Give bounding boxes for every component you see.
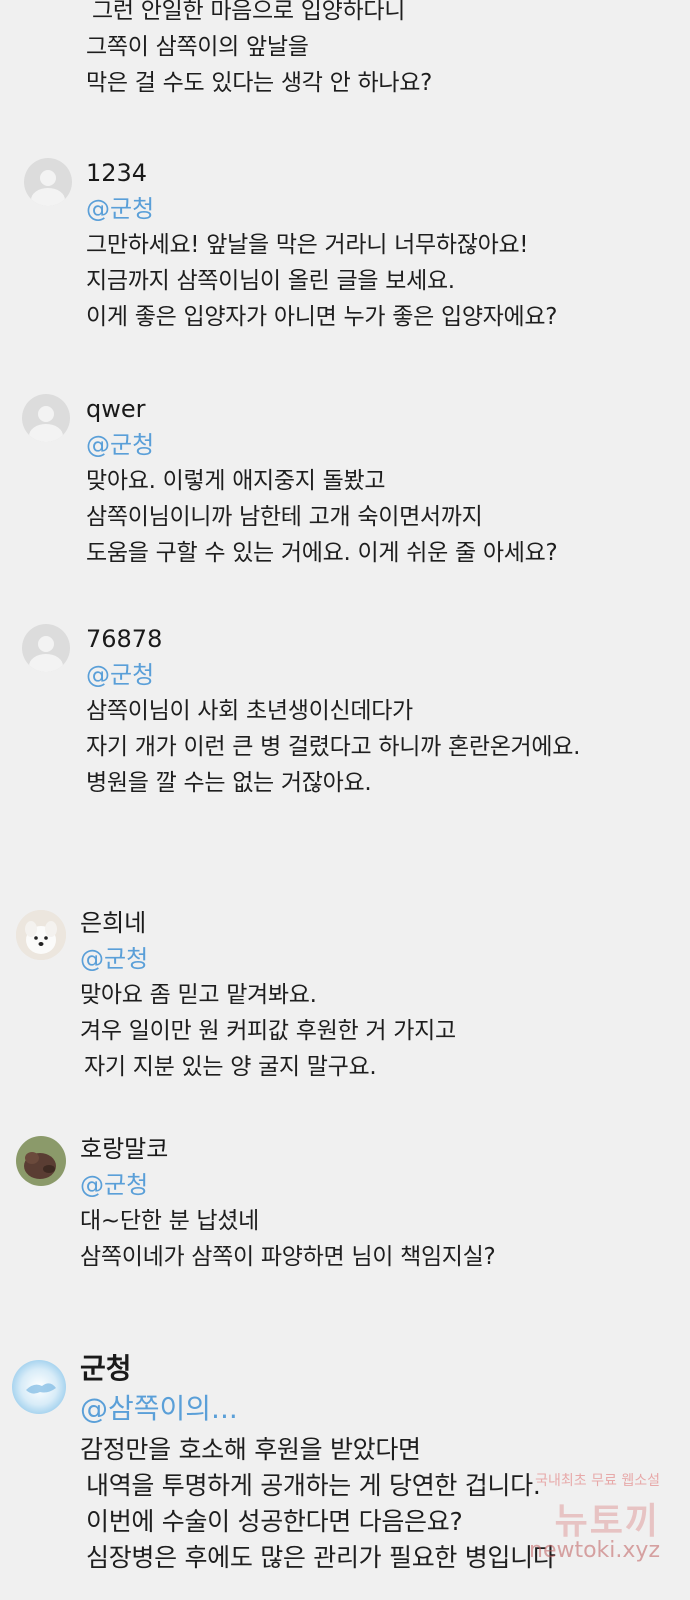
comment-line: 그만하세요! 앞날을 막은 거라니 너무하잖아요! <box>86 232 529 258</box>
watermark-url: newtoki.xyz <box>529 1538 660 1563</box>
comment-item: 호랑말코 @군청 대~단한 분 납셨네 삼쪽이네가 삼쪽이 파양하면 님이 책임… <box>0 1134 690 1286</box>
comment-body: 그만하세요! 앞날을 막은 거라니 너무하잖아요! 지금까지 삼쪽이님이 올린 … <box>86 230 557 332</box>
comment-line: 대~단한 분 납셨네 <box>80 1208 260 1234</box>
comment-line: 삼쪽이님이 사회 초년생이신데다가 <box>86 698 413 724</box>
comment-username[interactable]: 은희네 <box>80 908 146 938</box>
avatar[interactable] <box>24 158 72 206</box>
comment-username[interactable]: 군청 <box>80 1354 132 1384</box>
comment-line: 막은 걸 수도 있다는 생각 안 하나요? <box>86 70 433 96</box>
comment-body: 맞아요. 이렇게 애지중지 돌봤고 삼쪽이님이니까 남한테 고개 숙이면서까지 … <box>86 466 558 568</box>
comment-line: 도움을 구할 수 있는 거에요. 이게 쉬운 줄 아세요? <box>86 540 558 566</box>
comment-body: 삼쪽이님이 사회 초년생이신데다가 자기 개가 이런 큰 병 걸렸다고 하니까 … <box>86 696 580 798</box>
comment-mention[interactable]: @군청 <box>86 660 154 690</box>
watermark-logo: 뉴토끼 <box>554 1501 660 1542</box>
comment-mention[interactable]: @삼쪽이의... <box>80 1394 238 1424</box>
comment-item: 76878 @군청 삼쪽이님이 사회 초년생이신데다가 자기 개가 이런 큰 병… <box>0 624 690 824</box>
comment-line: 감정만을 호소해 후원을 받았다면 <box>80 1435 421 1464</box>
comment-line: 맞아요 좀 믿고 맡겨봐요. <box>80 982 317 1008</box>
comment-line: 자기 지분 있는 양 굴지 말구요. <box>84 1054 377 1080</box>
comment-line: 그쪽이 삼쪽이의 앞날을 <box>86 34 309 60</box>
site-watermark: 국내최초 무료 웹소설 뉴토끼 newtoki.xyz <box>480 1470 660 1570</box>
comment-line: 이게 좋은 입양자가 아니면 누가 좋은 입양자에요? <box>86 304 558 330</box>
comment-line: 맞아요. 이렇게 애지중지 돌봤고 <box>86 468 386 494</box>
comment-body: 대~단한 분 납셨네 삼쪽이네가 삼쪽이 파양하면 님이 책임지실? <box>80 1206 496 1272</box>
comment-mention[interactable]: @군청 <box>80 1170 148 1200</box>
comment-line: 지금까지 삼쪽이님이 올린 글을 보세요. <box>86 268 455 294</box>
comment-mention[interactable]: @군청 <box>86 194 154 224</box>
comment-item: 은희네 @군청 맞아요 좀 믿고 맡겨봐요. 겨우 일이만 원 커피값 후원한 … <box>0 908 690 1090</box>
avatar[interactable] <box>22 394 70 442</box>
comment-body: 맞아요 좀 믿고 맡겨봐요. 겨우 일이만 원 커피값 후원한 거 가지고 자기… <box>80 980 456 1082</box>
avatar[interactable] <box>16 910 66 960</box>
comment-mention[interactable]: @군청 <box>80 944 148 974</box>
comment-line: 삼쪽이님이니까 남한테 고개 숙이면서까지 <box>86 504 483 530</box>
comment-username[interactable]: 76878 <box>86 624 162 654</box>
watermark-tagline: 국내최초 무료 웹소설 <box>535 1473 660 1489</box>
comment-line: 자기 개가 이런 큰 병 걸렸다고 하니까 혼란온거에요. <box>86 734 581 760</box>
comment-username[interactable]: 1234 <box>86 158 147 188</box>
comment-username[interactable]: qwer <box>86 394 146 424</box>
comment-username[interactable]: 호랑말코 <box>80 1134 168 1164</box>
comment-mention[interactable]: @군청 <box>86 430 154 460</box>
comment-item: 1234 @군청 그만하세요! 앞날을 막은 거라니 너무하잖아요! 지금까지 … <box>0 158 690 358</box>
comment-line: 겨우 일이만 원 커피값 후원한 거 가지고 <box>80 1018 456 1044</box>
comment-line: 삼쪽이네가 삼쪽이 파양하면 님이 책임지실? <box>80 1244 496 1270</box>
avatar[interactable] <box>12 1360 66 1414</box>
avatar[interactable] <box>16 1136 66 1186</box>
comment-item: qwer @군청 맞아요. 이렇게 애지중지 돌봤고 삼쪽이님이니까 남한테 고… <box>0 394 690 594</box>
comment-line: 그런 안일한 마음으로 입양하다니 <box>92 0 406 24</box>
avatar[interactable] <box>22 624 70 672</box>
comment-line: 병원을 깔 수는 없는 거잖아요. <box>86 770 372 796</box>
